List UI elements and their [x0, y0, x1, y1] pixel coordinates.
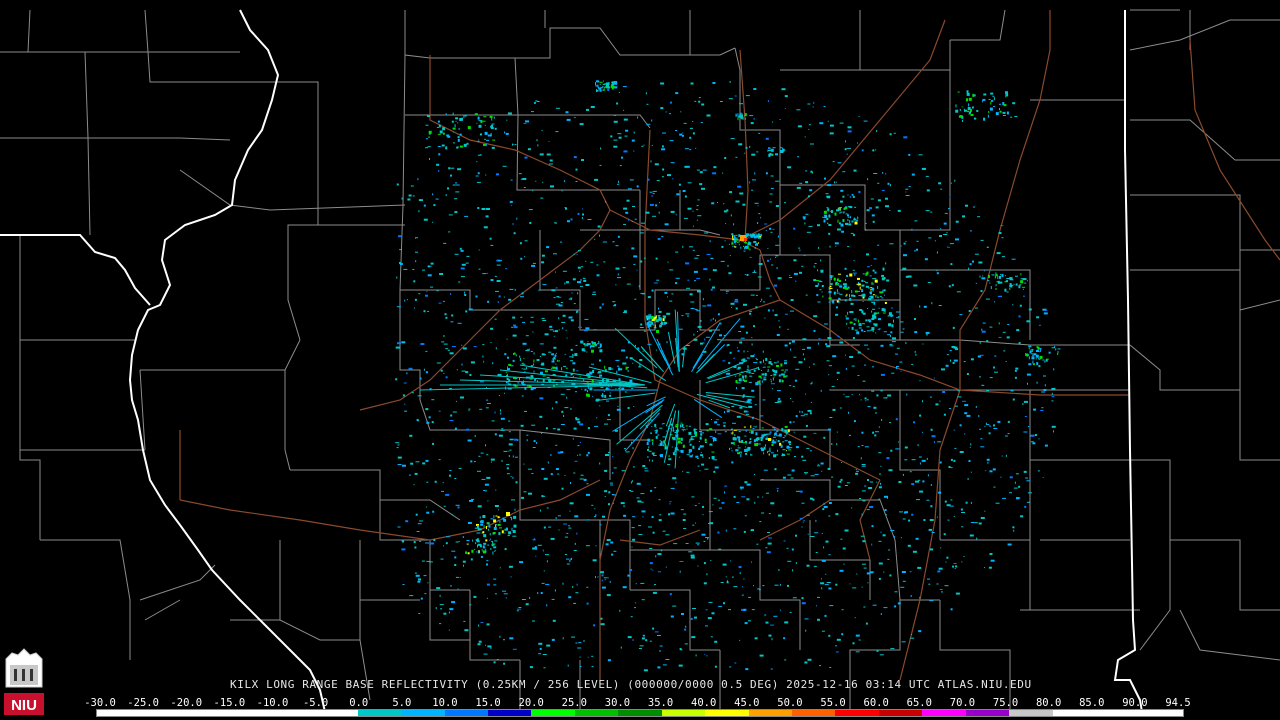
colorbar-swatch [965, 710, 1010, 716]
colorbar-swatch [1052, 710, 1097, 716]
colorbar-label: -25.0 [127, 697, 159, 709]
colorbar-label: 10.0 [432, 697, 458, 709]
colorbar-swatch [401, 710, 445, 716]
product-title: KILX LONG RANGE BASE REFLECTIVITY (0.25K… [230, 678, 1032, 691]
colorbar-swatch [1009, 710, 1053, 716]
colorbar-swatch [227, 710, 271, 716]
colorbar-label: -15.0 [213, 697, 246, 709]
colorbar-label: 80.0 [1035, 697, 1062, 709]
colorbar-swatch [878, 710, 923, 716]
colorbar-swatch [574, 710, 619, 716]
colorbar-swatch [444, 710, 488, 716]
colorbar-swatch [705, 710, 749, 716]
colorbar-swatch [661, 710, 706, 716]
colorbar-swatch [618, 710, 662, 716]
colorbar-label: 35.0 [647, 697, 674, 709]
colorbar-swatch [835, 710, 879, 716]
colorbar-swatch [357, 710, 402, 716]
colorbar-label: 15.0 [475, 697, 501, 709]
colorbar-label: 30.0 [604, 697, 631, 709]
colorbar-label: -20.0 [170, 697, 203, 709]
reflectivity-colorbar [96, 709, 1184, 717]
colorbar-label: 55.0 [820, 697, 846, 709]
colorbar-label: 45.0 [734, 697, 760, 709]
colorbar-label: 94.5 [1165, 697, 1191, 709]
radar-map [0, 0, 1280, 720]
colorbar-label: 65.0 [906, 697, 932, 709]
colorbar-swatch [1139, 710, 1183, 716]
colorbar-label: 5.0 [392, 697, 412, 709]
colorbar-swatch [487, 710, 532, 716]
logo-text: NIU [11, 697, 37, 714]
colorbar-label: 85.0 [1079, 697, 1105, 709]
colorbar-swatch [792, 710, 836, 716]
colorbar-label: 0.0 [349, 697, 369, 709]
colorbar-label: 75.0 [992, 697, 1019, 709]
colorbar-label: 20.0 [518, 697, 544, 709]
colorbar-swatch [270, 710, 315, 716]
colorbar-label: 70.0 [949, 697, 976, 709]
colorbar-swatch [314, 710, 358, 716]
colorbar-swatch [1096, 710, 1140, 716]
colorbar-label: 50.0 [777, 697, 803, 709]
colorbar-labels: -30.0 -25.0 -20.0 -15.0 -10.0 -5.0 0.0 5.0 10.0 1… [84, 697, 1194, 709]
colorbar-label: 90.0 [1122, 697, 1148, 709]
colorbar-swatch [531, 710, 575, 716]
colorbar-label: -5.0 [302, 697, 329, 709]
colorbar-label: -10.0 [256, 697, 289, 709]
colorbar-swatch [183, 710, 228, 716]
colorbar-label: 25.0 [561, 697, 587, 709]
colorbar-swatch [748, 710, 792, 716]
colorbar-label: -30.0 [84, 697, 116, 709]
colorbar-swatch [140, 710, 184, 716]
colorbar-swatch [922, 710, 966, 716]
colorbar-label: 40.0 [691, 697, 717, 709]
colorbar-label: 60.0 [863, 697, 889, 709]
niu-logo: NIU [4, 648, 44, 715]
colorbar-swatch [97, 710, 141, 716]
